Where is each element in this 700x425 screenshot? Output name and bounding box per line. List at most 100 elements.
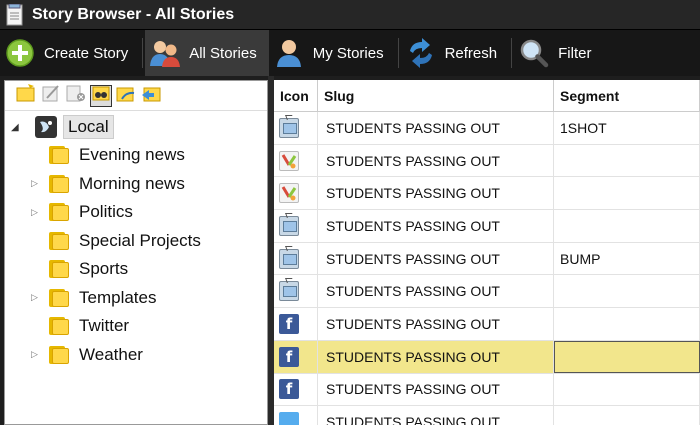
expand-arrow-icon[interactable]: ▷ [31,349,49,360]
icon-cell [274,144,318,177]
slug-cell[interactable]: STUDENTS PASSING OUT [318,144,554,177]
tv-story-icon [279,215,299,236]
my-stories-label: My Stories [312,44,384,62]
new-folder-icon [16,84,36,107]
icon-cell [274,406,318,425]
twitter-icon [279,412,299,425]
icon-cell [274,112,318,144]
segment-cell[interactable] [554,210,700,242]
all-stories-button[interactable]: All Stories [145,30,269,76]
table-row[interactable]: f STUDENTS PASSING OUT [274,340,700,374]
tv-story-icon [279,281,299,302]
slug-cell[interactable]: STUDENTS PASSING OUT [318,210,554,242]
icon-cell: f [274,340,318,373]
filter-button[interactable]: Filter [514,30,603,76]
window-title: Story Browser - All Stories [32,5,235,23]
toolbar-separator [397,38,399,68]
folder-panel: ◢ Local Evening news ▷ Morning news ▷ Politi… [4,80,268,425]
folder-icon [49,317,69,336]
table-row[interactable]: STUDENTS PASSING OUT [274,177,700,211]
table-row[interactable]: STUDENTS PASSING OUT [274,275,700,309]
toolbar: Create Story All Stories My Stories Refr… [0,30,700,76]
segment-cell[interactable]: 1SHOT [554,112,700,144]
folder-icon [49,345,69,364]
icon-cell [274,275,318,308]
table-row[interactable]: STUDENTS PASSING OUT [274,406,700,425]
refresh-icon [405,37,437,69]
table-row[interactable]: STUDENTS PASSING OUT 1SHOT [274,112,700,145]
move-folder-button[interactable] [140,85,162,107]
tree-folder-item[interactable]: ▷ Templates [5,284,267,313]
tree-folder-label: Twitter [79,316,130,336]
slug-cell[interactable]: STUDENTS PASSING OUT [318,340,554,373]
segment-cell[interactable] [554,406,700,425]
story-grid: Icon Slug Segment STUDENTS PASSING OUT 1S… [274,80,700,425]
multimedia-story-icon [279,150,299,171]
tree-folder-label: Morning news [79,173,185,193]
toolbar-separator [511,38,513,68]
tree-folder-item[interactable]: Special Projects [5,227,267,256]
folder-icon [49,231,69,250]
segment-cell[interactable] [554,275,700,308]
segment-cell[interactable] [554,177,700,210]
slug-cell[interactable]: STUDENTS PASSING OUT [318,308,554,340]
tree-folder-item[interactable]: Evening news [5,141,267,170]
slug-cell[interactable]: STUDENTS PASSING OUT [318,242,554,275]
facebook-icon: f [279,346,299,367]
slug-cell[interactable]: STUDENTS PASSING OUT [318,112,554,144]
collapse-arrow-icon[interactable]: ◢ [11,122,25,133]
create-story-label: Create Story [44,44,129,62]
folder-icon [49,288,69,307]
tree-root-label: Local [63,115,114,139]
share-folder-icon [116,84,136,107]
slug-cell[interactable]: STUDENTS PASSING OUT [318,406,554,425]
segment-cell[interactable]: BUMP [554,242,700,275]
slug-cell[interactable]: STUDENTS PASSING OUT [318,177,554,210]
table-row[interactable]: STUDENTS PASSING OUT BUMP [274,242,700,276]
column-header-segment[interactable]: Segment [554,80,700,111]
tree-folder-label: Special Projects [79,230,201,250]
users-icon [149,37,181,69]
expand-arrow-icon[interactable]: ▷ [31,292,49,303]
folder-icon [49,146,69,165]
table-row[interactable]: f STUDENTS PASSING OUT [274,373,700,407]
table-row[interactable]: f STUDENTS PASSING OUT [274,308,700,341]
segment-cell[interactable] [554,144,700,177]
new-folder-button[interactable] [15,84,37,107]
icon-cell: f [274,308,318,340]
delete-folder-button[interactable] [65,85,87,107]
column-header-slug[interactable]: Slug [318,80,554,111]
refresh-button[interactable]: Refresh [401,30,510,76]
my-stories-button[interactable]: My Stories [269,30,396,76]
segment-cell[interactable] [554,373,700,406]
share-folder-button[interactable] [115,85,137,107]
segment-cell[interactable] [554,340,700,373]
tree-folder-item[interactable]: Twitter [5,312,267,341]
table-row[interactable]: STUDENTS PASSING OUT [274,144,700,178]
column-header-icon[interactable]: Icon [274,80,318,111]
tree-folder-item[interactable]: ▷ Politics [5,198,267,227]
table-row[interactable]: STUDENTS PASSING OUT [274,210,700,243]
tree-root-local[interactable]: ◢ Local [5,113,267,141]
tree-folder-label: Templates [79,287,157,307]
expand-arrow-icon[interactable]: ▷ [31,178,49,189]
user-icon [273,37,305,69]
folder-icon [49,203,69,222]
slug-cell[interactable]: STUDENTS PASSING OUT [318,275,554,308]
create-story-button[interactable]: Create Story [0,30,140,76]
grid-header: Icon Slug Segment [274,80,700,112]
slug-cell[interactable]: STUDENTS PASSING OUT [318,373,554,406]
browse-folder-button[interactable] [90,84,112,107]
expand-arrow-icon[interactable]: ▷ [31,207,49,218]
tree-folder-item[interactable]: ▷ Morning news [5,170,267,199]
multimedia-story-icon [279,183,299,204]
add-icon [4,37,36,69]
segment-cell[interactable] [554,308,700,340]
tree-folder-item[interactable]: Sports [5,255,267,284]
folder-icon [49,174,69,193]
tree-folder-item[interactable]: ▷ Weather [5,341,267,370]
edit-folder-button[interactable] [40,85,62,107]
icon-cell [274,177,318,210]
folder-tree: ◢ Local Evening news ▷ Morning news ▷ Politi… [5,111,267,369]
icon-cell [274,242,318,275]
